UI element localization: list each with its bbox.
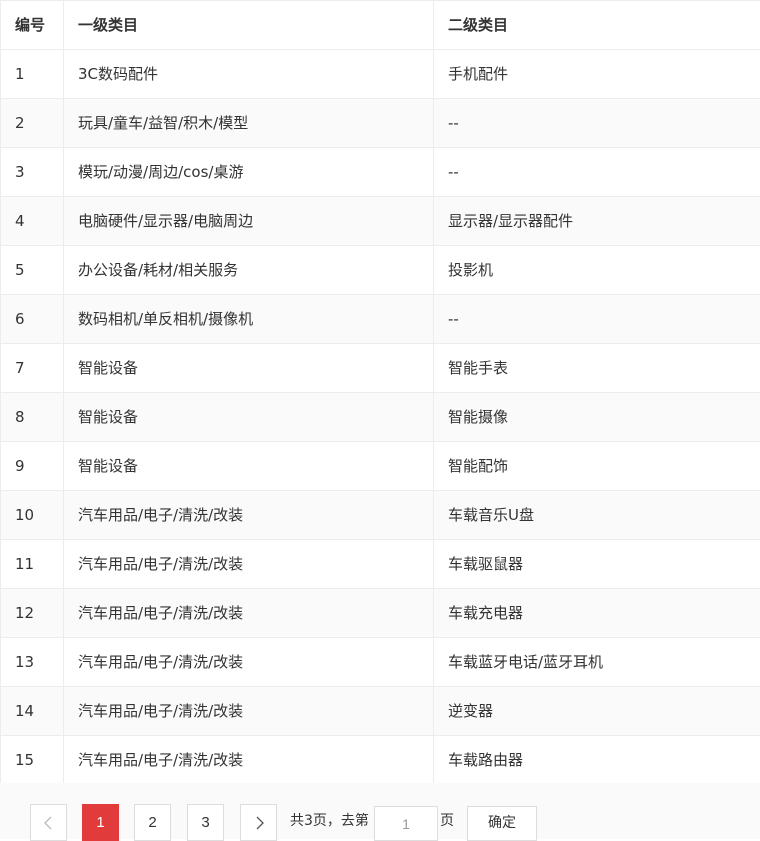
prev-page-button[interactable] bbox=[30, 804, 67, 841]
cell-id: 5 bbox=[1, 246, 64, 295]
page-button-2[interactable]: 2 bbox=[134, 804, 171, 841]
table-row: 15汽车用品/电子/清洗/改装车载路由器 bbox=[1, 736, 760, 785]
cell-level1-category: 3C数码配件 bbox=[64, 50, 434, 99]
table-row: 3模玩/动漫/周边/cos/桌游-- bbox=[1, 148, 760, 197]
page-button-3[interactable]: 3 bbox=[187, 804, 224, 841]
cell-level1-category: 智能设备 bbox=[64, 393, 434, 442]
next-page-button[interactable] bbox=[240, 804, 277, 841]
cell-id: 10 bbox=[1, 491, 64, 540]
cell-level2-category: -- bbox=[434, 99, 760, 148]
cell-id: 15 bbox=[1, 736, 64, 785]
cell-level1-category: 汽车用品/电子/清洗/改装 bbox=[64, 491, 434, 540]
table-row: 6数码相机/单反相机/摄像机-- bbox=[1, 295, 760, 344]
cell-id: 9 bbox=[1, 442, 64, 491]
table-row: 14汽车用品/电子/清洗/改装逆变器 bbox=[1, 687, 760, 736]
cell-level2-category: 智能摄像 bbox=[434, 393, 760, 442]
cell-level1-category: 汽车用品/电子/清洗/改装 bbox=[64, 687, 434, 736]
table-row: 7智能设备智能手表 bbox=[1, 344, 760, 393]
page-suffix-text: 页 bbox=[440, 811, 454, 831]
cell-id: 2 bbox=[1, 99, 64, 148]
cell-level1-category: 汽车用品/电子/清洗/改装 bbox=[64, 638, 434, 687]
page-button-1[interactable]: 1 bbox=[82, 804, 119, 841]
category-table-container: 编号 一级类目 二级类目 13C数码配件手机配件2玩具/童车/益智/积木/模型-… bbox=[0, 0, 760, 785]
cell-id: 4 bbox=[1, 197, 64, 246]
category-table: 编号 一级类目 二级类目 13C数码配件手机配件2玩具/童车/益智/积木/模型-… bbox=[0, 0, 760, 785]
cell-level1-category: 智能设备 bbox=[64, 344, 434, 393]
cell-level1-category: 智能设备 bbox=[64, 442, 434, 491]
table-row: 2玩具/童车/益智/积木/模型-- bbox=[1, 99, 760, 148]
pagination-bar: 1 2 3 共3页，去第 页 确定 bbox=[0, 783, 760, 839]
cell-id: 14 bbox=[1, 687, 64, 736]
cell-level2-category: 智能手表 bbox=[434, 344, 760, 393]
table-row: 13汽车用品/电子/清洗/改装车载蓝牙电话/蓝牙耳机 bbox=[1, 638, 760, 687]
cell-id: 1 bbox=[1, 50, 64, 99]
cell-level1-category: 办公设备/耗材/相关服务 bbox=[64, 246, 434, 295]
confirm-button[interactable]: 确定 bbox=[467, 806, 537, 841]
chevron-right-icon bbox=[253, 816, 265, 830]
cell-level2-category: 逆变器 bbox=[434, 687, 760, 736]
chevron-left-icon bbox=[43, 816, 55, 830]
cell-level2-category: 智能配饰 bbox=[434, 442, 760, 491]
total-pages-text: 共3页，去第 bbox=[290, 811, 369, 831]
cell-level1-category: 电脑硬件/显示器/电脑周边 bbox=[64, 197, 434, 246]
cell-id: 8 bbox=[1, 393, 64, 442]
cell-level2-category: 投影机 bbox=[434, 246, 760, 295]
cell-level2-category: 显示器/显示器配件 bbox=[434, 197, 760, 246]
table-row: 10汽车用品/电子/清洗/改装车载音乐U盘 bbox=[1, 491, 760, 540]
header-level1-category: 一级类目 bbox=[64, 1, 434, 50]
cell-id: 6 bbox=[1, 295, 64, 344]
cell-id: 11 bbox=[1, 540, 64, 589]
table-header-row: 编号 一级类目 二级类目 bbox=[1, 1, 760, 50]
table-row: 11汽车用品/电子/清洗/改装车载驱鼠器 bbox=[1, 540, 760, 589]
cell-level1-category: 汽车用品/电子/清洗/改装 bbox=[64, 736, 434, 785]
table-row: 9智能设备智能配饰 bbox=[1, 442, 760, 491]
cell-level1-category: 模玩/动漫/周边/cos/桌游 bbox=[64, 148, 434, 197]
table-row: 12汽车用品/电子/清洗/改装车载充电器 bbox=[1, 589, 760, 638]
cell-level2-category: 车载充电器 bbox=[434, 589, 760, 638]
cell-level2-category: -- bbox=[434, 148, 760, 197]
header-id: 编号 bbox=[1, 1, 64, 50]
cell-level2-category: -- bbox=[434, 295, 760, 344]
cell-level1-category: 玩具/童车/益智/积木/模型 bbox=[64, 99, 434, 148]
cell-level2-category: 车载驱鼠器 bbox=[434, 540, 760, 589]
cell-id: 13 bbox=[1, 638, 64, 687]
cell-level2-category: 手机配件 bbox=[434, 50, 760, 99]
table-row: 8智能设备智能摄像 bbox=[1, 393, 760, 442]
table-row: 4电脑硬件/显示器/电脑周边显示器/显示器配件 bbox=[1, 197, 760, 246]
cell-level1-category: 汽车用品/电子/清洗/改装 bbox=[64, 540, 434, 589]
cell-level2-category: 车载路由器 bbox=[434, 736, 760, 785]
cell-id: 3 bbox=[1, 148, 64, 197]
table-row: 13C数码配件手机配件 bbox=[1, 50, 760, 99]
cell-id: 7 bbox=[1, 344, 64, 393]
cell-id: 12 bbox=[1, 589, 64, 638]
cell-level2-category: 车载音乐U盘 bbox=[434, 491, 760, 540]
cell-level1-category: 汽车用品/电子/清洗/改装 bbox=[64, 589, 434, 638]
header-level2-category: 二级类目 bbox=[434, 1, 760, 50]
table-row: 5办公设备/耗材/相关服务投影机 bbox=[1, 246, 760, 295]
cell-level2-category: 车载蓝牙电话/蓝牙耳机 bbox=[434, 638, 760, 687]
cell-level1-category: 数码相机/单反相机/摄像机 bbox=[64, 295, 434, 344]
goto-page-input[interactable] bbox=[374, 806, 438, 841]
